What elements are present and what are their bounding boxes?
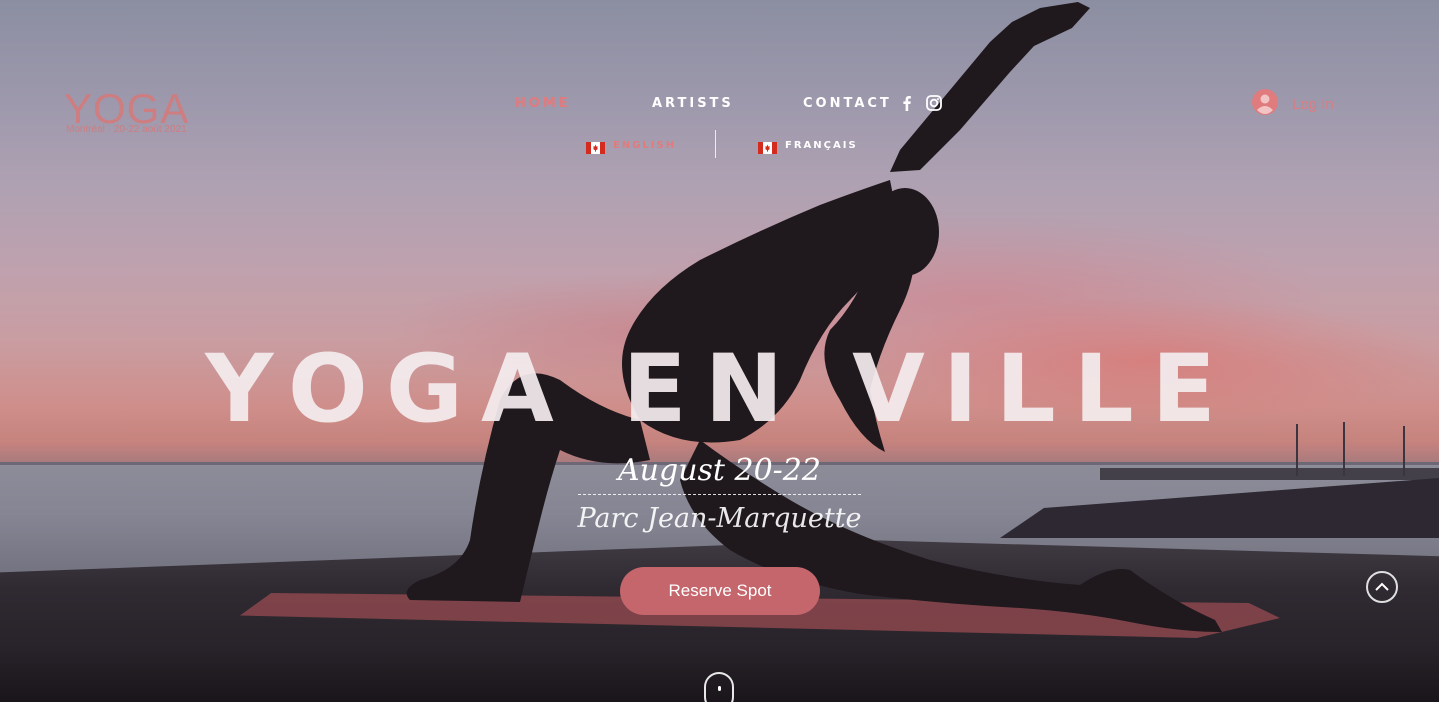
- logo-tagline: Montréal · 20-22 août 2021: [66, 124, 187, 135]
- dashed-divider: [578, 494, 861, 495]
- nav-item-home[interactable]: HOME: [515, 96, 571, 111]
- hero-title: YOGA EN VILLE: [205, 335, 1234, 444]
- nav-item-contact[interactable]: CONTACT: [803, 96, 892, 111]
- language-english[interactable]: ENGLISH: [586, 138, 677, 154]
- canada-flag-icon: [586, 139, 605, 154]
- login-button[interactable]: Log In: [1252, 89, 1334, 119]
- scroll-dot: [718, 686, 721, 691]
- chevron-up-icon[interactable]: [1366, 571, 1398, 603]
- reserve-spot-button[interactable]: Reserve Spot: [620, 567, 820, 615]
- page: YOGA Montréal · 20-22 août 2021 HOME ART…: [0, 0, 1439, 702]
- event-date: August 20-22: [618, 453, 821, 488]
- mouse-scroll-icon[interactable]: [704, 672, 734, 702]
- login-label: Log In: [1292, 95, 1334, 113]
- instagram-icon[interactable]: [925, 94, 943, 112]
- language-english-label: ENGLISH: [613, 139, 677, 151]
- facebook-icon[interactable]: [898, 94, 916, 112]
- language-french-label: FRANÇAIS: [785, 139, 858, 151]
- canada-flag-icon: [758, 139, 777, 154]
- event-venue: Parc Jean-Marquette: [577, 503, 862, 534]
- language-french[interactable]: FRANÇAIS: [758, 138, 858, 154]
- language-divider: [715, 130, 716, 158]
- nav-item-artists[interactable]: ARTISTS: [652, 96, 734, 111]
- user-avatar-icon: [1252, 89, 1278, 119]
- site-logo[interactable]: YOGA Montréal · 20-22 août 2021: [64, 88, 214, 140]
